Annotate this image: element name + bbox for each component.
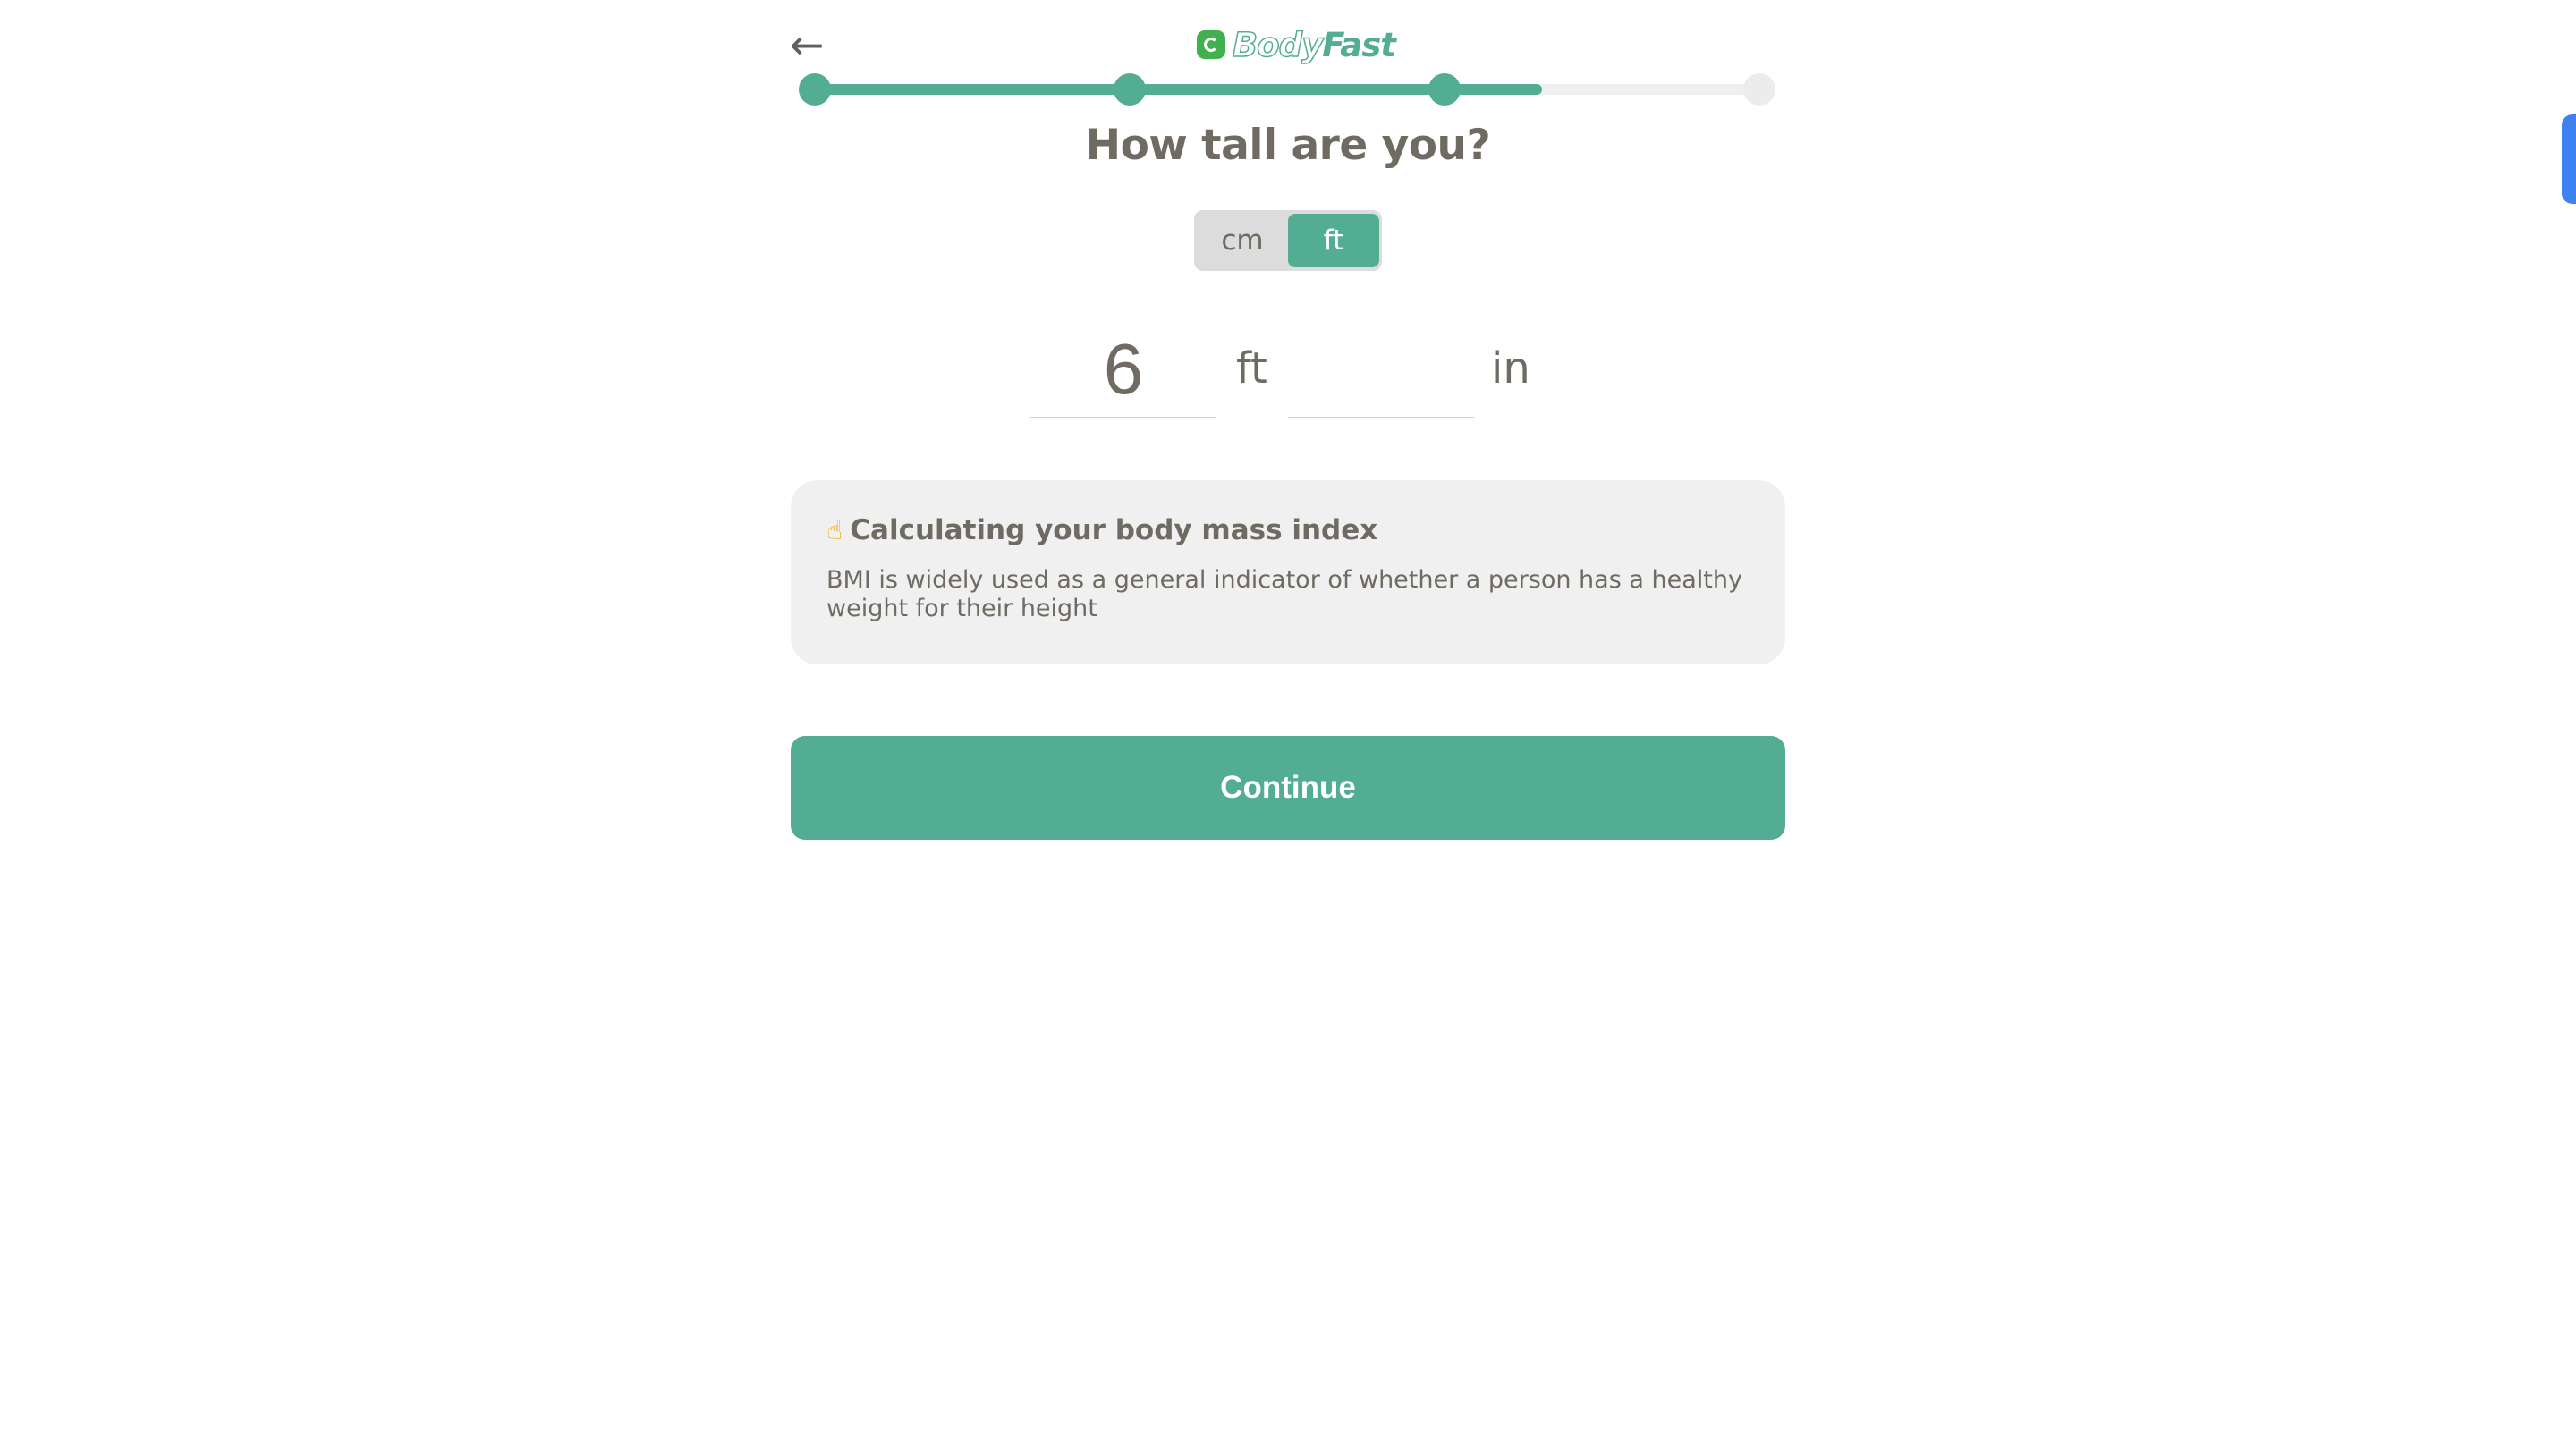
feet-unit-label: ft — [1236, 343, 1267, 393]
pointing-finger-icon: ☝ — [826, 514, 843, 546]
progress-step-1 — [799, 73, 831, 106]
bodyfast-logo: BodyFast — [1197, 23, 1396, 66]
progress-step-3 — [1428, 73, 1461, 106]
continue-button[interactable]: Continue — [791, 736, 1785, 840]
unit-option-cm[interactable]: cm — [1197, 214, 1288, 267]
logo-text-body: Body — [1232, 25, 1324, 65]
bmi-info-card: ☝ Calculating your body mass index BMI i… — [791, 480, 1785, 664]
info-description: BMI is widely used as a general indicato… — [826, 566, 1742, 622]
unit-option-ft[interactable]: ft — [1288, 214, 1379, 267]
back-arrow-icon[interactable]: ← — [782, 20, 832, 70]
page-title: How tall are you? — [1085, 121, 1491, 170]
progress-step-2 — [1114, 73, 1146, 106]
info-title-text: Calculating your body mass index — [850, 514, 1378, 546]
unit-toggle: cm ft — [1194, 210, 1382, 271]
inches-input[interactable] — [1288, 322, 1474, 418]
feet-input[interactable] — [1030, 322, 1216, 418]
page: ← BodyFast How tall are you? cm ft ft in… — [0, 0, 2576, 1454]
logo-text-fast: Fast — [1322, 25, 1396, 64]
logo-text: BodyFast — [1232, 25, 1396, 65]
side-tab[interactable] — [2562, 114, 2576, 204]
info-title: ☝ Calculating your body mass index — [826, 514, 1750, 546]
height-inputs: ft in — [0, 322, 2576, 420]
logo-mark-icon — [1197, 30, 1225, 59]
progress-step-4 — [1743, 73, 1775, 106]
inches-unit-label: in — [1491, 343, 1530, 393]
